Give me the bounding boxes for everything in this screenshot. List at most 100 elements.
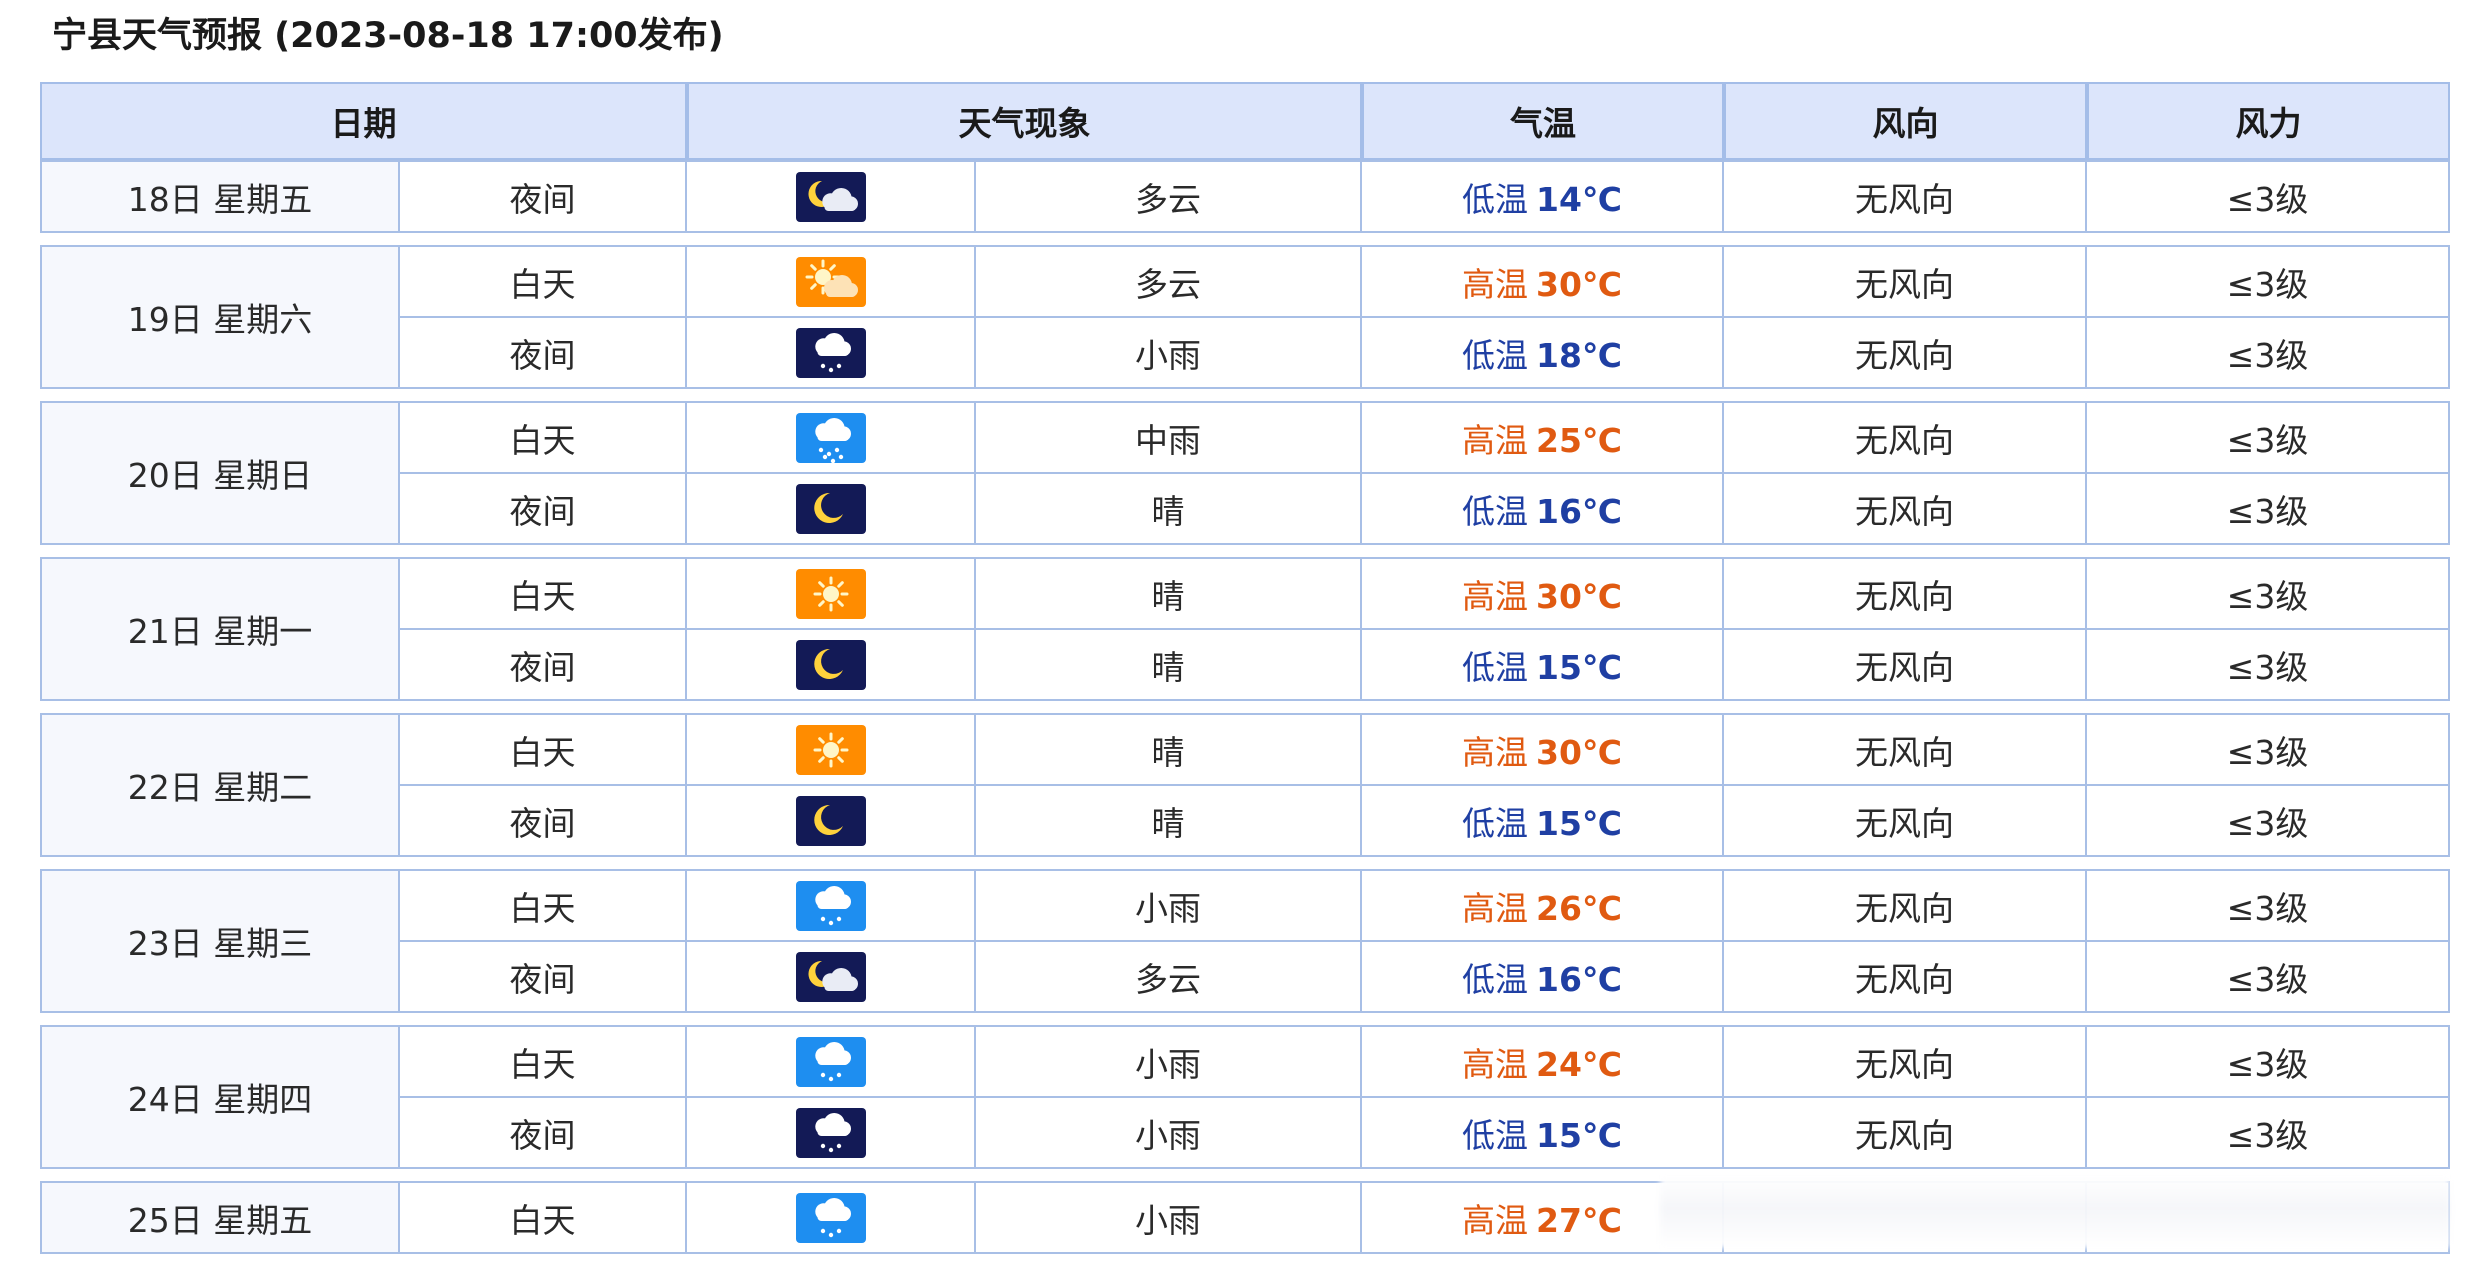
moon-icon bbox=[795, 639, 866, 690]
wind-direction-cell: 无风向 bbox=[1724, 942, 2087, 1013]
wind-direction-cell: 无风向 bbox=[1724, 474, 2087, 545]
date-cell: 20日 星期日 bbox=[40, 401, 400, 545]
temperature-cell: 高温 26℃ bbox=[1362, 869, 1724, 942]
period-cell: 白天 bbox=[400, 401, 687, 474]
period-cell: 夜间 bbox=[400, 318, 687, 389]
weather-icon-cell bbox=[687, 401, 976, 474]
temp-value: 27℃ bbox=[1536, 1200, 1622, 1240]
date-cell: 24日 星期四 bbox=[40, 1025, 400, 1169]
spacer-cell bbox=[40, 233, 2450, 245]
weather-text-cell: 多云 bbox=[976, 160, 1362, 233]
temperature-cell: 高温 30℃ bbox=[1362, 557, 1724, 630]
sun-icon bbox=[795, 568, 866, 619]
temp-label: 高温 bbox=[1462, 1044, 1529, 1084]
weather-text-cell: 晴 bbox=[976, 557, 1362, 630]
forecast-body: 18日 星期五 夜间 多云 低温 14℃ 无风向 ≤3级 19日 星期六 白天 多云 高温 30℃… bbox=[40, 160, 2450, 1254]
header-wind-force: 风力 bbox=[2087, 82, 2450, 160]
table-row: 夜间 多云 低温 16℃ 无风向 ≤3级 bbox=[40, 942, 2450, 1013]
weather-icon-cell bbox=[687, 1025, 976, 1098]
moon-cloud-icon bbox=[795, 171, 866, 222]
temp-label: 高温 bbox=[1462, 264, 1529, 304]
spacer-cell bbox=[40, 545, 2450, 557]
period-cell: 夜间 bbox=[400, 1098, 687, 1169]
period-cell: 白天 bbox=[400, 869, 687, 942]
spacer-cell bbox=[40, 389, 2450, 401]
temperature-cell: 高温 30℃ bbox=[1362, 245, 1724, 318]
forecast-table: 日期 天气现象 气温 风向 风力 18日 星期五 夜间 多云 低温 14℃ 无风向 ≤3级… bbox=[40, 82, 2450, 1254]
temp-value: 30℃ bbox=[1536, 576, 1622, 616]
wind-direction-cell: 无风向 bbox=[1724, 160, 2087, 233]
table-row: 夜间 晴 低温 15℃ 无风向 ≤3级 bbox=[40, 630, 2450, 701]
date-cell: 22日 星期二 bbox=[40, 713, 400, 857]
temp-value: 18℃ bbox=[1536, 335, 1622, 375]
wind-direction-cell: 无风向 bbox=[1724, 786, 2087, 857]
period-cell: 夜间 bbox=[400, 942, 687, 1013]
weather-text-cell: 多云 bbox=[976, 245, 1362, 318]
wind-force-cell: ≤3级 bbox=[2087, 786, 2450, 857]
header-date: 日期 bbox=[40, 82, 687, 160]
image-smudge bbox=[1660, 1176, 2450, 1248]
weather-text-cell: 小雨 bbox=[976, 318, 1362, 389]
temp-label: 低温 bbox=[1462, 335, 1529, 375]
weather-text-cell: 晴 bbox=[976, 630, 1362, 701]
date-cell: 19日 星期六 bbox=[40, 245, 400, 389]
wind-force-cell: ≤3级 bbox=[2087, 474, 2450, 545]
wind-direction-cell: 无风向 bbox=[1724, 630, 2087, 701]
wind-force-cell: ≤3级 bbox=[2087, 401, 2450, 474]
wind-force-cell: ≤3级 bbox=[2087, 713, 2450, 786]
temperature-cell: 低温 15℃ bbox=[1362, 786, 1724, 857]
table-row: 18日 星期五 夜间 多云 低温 14℃ 无风向 ≤3级 bbox=[40, 160, 2450, 233]
wind-direction-cell: 无风向 bbox=[1724, 318, 2087, 389]
wind-force-cell: ≤3级 bbox=[2087, 630, 2450, 701]
weather-icon-cell bbox=[687, 474, 976, 545]
wind-direction-cell: 无风向 bbox=[1724, 557, 2087, 630]
table-row: 24日 星期四 白天 小雨 高温 24℃ 无风向 ≤3级 bbox=[40, 1025, 2450, 1169]
wind-force-cell: ≤3级 bbox=[2087, 1098, 2450, 1169]
temperature-cell: 高温 30℃ bbox=[1362, 713, 1724, 786]
temp-value: 25℃ bbox=[1536, 420, 1622, 460]
temp-label: 高温 bbox=[1462, 1200, 1529, 1240]
moon-cloud-icon bbox=[795, 951, 866, 1002]
temp-value: 15℃ bbox=[1536, 1115, 1622, 1155]
wind-direction-cell: 无风向 bbox=[1724, 713, 2087, 786]
temperature-cell: 低温 15℃ bbox=[1362, 1098, 1724, 1169]
weather-icon-cell bbox=[687, 786, 976, 857]
temp-label: 低温 bbox=[1462, 1115, 1529, 1155]
period-cell: 夜间 bbox=[400, 786, 687, 857]
period-cell: 白天 bbox=[400, 1025, 687, 1098]
period-cell: 夜间 bbox=[400, 474, 687, 545]
sun-cloud-icon bbox=[795, 256, 866, 307]
temp-label: 高温 bbox=[1462, 420, 1529, 460]
weather-text-cell: 小雨 bbox=[976, 869, 1362, 942]
temp-value: 24℃ bbox=[1536, 1044, 1622, 1084]
weather-icon-cell bbox=[687, 160, 976, 233]
weather-icon-cell bbox=[687, 1181, 976, 1254]
group-spacer bbox=[40, 545, 2450, 557]
weather-text-cell: 晴 bbox=[976, 786, 1362, 857]
period-cell: 白天 bbox=[400, 557, 687, 630]
page-title: 宁县天气预报 (2023-08-18 17:00发布) bbox=[52, 16, 724, 56]
temperature-cell: 低温 18℃ bbox=[1362, 318, 1724, 389]
temp-value: 15℃ bbox=[1536, 647, 1622, 687]
weather-icon-cell bbox=[687, 557, 976, 630]
spacer-cell bbox=[40, 1013, 2450, 1025]
group-spacer bbox=[40, 701, 2450, 713]
period-cell: 夜间 bbox=[400, 630, 687, 701]
night-rain-icon bbox=[795, 327, 866, 378]
table-row: 夜间 晴低温 15℃ 无风向 ≤3级 bbox=[40, 786, 2450, 857]
group-spacer bbox=[40, 233, 2450, 245]
moon-icon bbox=[795, 795, 866, 846]
weather-icon-cell bbox=[687, 1098, 976, 1169]
temp-value: 30℃ bbox=[1536, 264, 1622, 304]
temp-label: 低温 bbox=[1462, 179, 1529, 219]
temperature-cell: 低温 16℃ bbox=[1362, 942, 1724, 1013]
light-rain-icon bbox=[795, 880, 866, 931]
date-cell: 23日 星期三 bbox=[40, 869, 400, 1013]
temp-label: 低温 bbox=[1462, 647, 1529, 687]
weather-text-cell: 多云 bbox=[976, 942, 1362, 1013]
temp-value: 16℃ bbox=[1536, 491, 1622, 531]
temp-value: 14℃ bbox=[1536, 179, 1622, 219]
wind-force-cell: ≤3级 bbox=[2087, 160, 2450, 233]
spacer-cell bbox=[40, 857, 2450, 869]
table-row: 夜间 小雨 低温 18℃ 无风向 ≤3级 bbox=[40, 318, 2450, 389]
